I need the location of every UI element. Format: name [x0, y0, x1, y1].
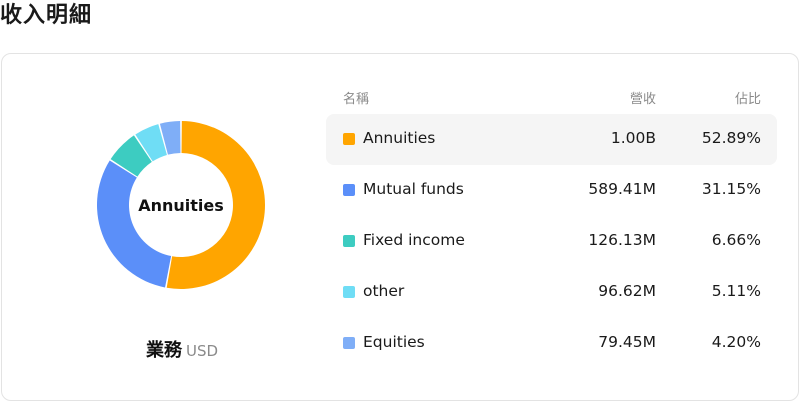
row-name: Annuities — [363, 129, 436, 147]
donut-chart: Annuities — [96, 116, 266, 294]
legend-swatch — [343, 337, 355, 349]
currency-unit: USD — [185, 342, 219, 360]
row-name: Fixed income — [363, 231, 465, 249]
row-name: Mutual funds — [363, 180, 464, 198]
legend-swatch — [343, 286, 355, 298]
column-header-share: 佔比 — [734, 92, 761, 107]
row-revenue: 126.13M — [588, 231, 656, 249]
row-share: 52.89% — [701, 129, 761, 147]
row-name: other — [363, 282, 405, 300]
segment-name: 業務 — [145, 340, 182, 361]
row-share: 4.20% — [711, 333, 761, 351]
row-revenue: 79.45M — [598, 333, 656, 351]
row-share: 6.66% — [711, 231, 761, 249]
table-row-mutual-funds[interactable]: Mutual funds 589.41M 31.15% — [326, 165, 777, 216]
row-share: 5.11% — [711, 282, 761, 300]
legend-swatch — [343, 133, 355, 145]
table-header: 名稱 營收 佔比 — [326, 82, 777, 114]
page-title: 收入明細 — [0, 3, 93, 28]
table-row-annuities[interactable]: Annuities 1.00B 52.89% — [326, 114, 777, 165]
row-share: 31.15% — [701, 180, 761, 198]
row-revenue: 96.62M — [598, 282, 656, 300]
table-row-fixed-income[interactable]: Fixed income 126.13M 6.66% — [326, 216, 777, 267]
table-row-equities[interactable]: Equities 79.45M 4.20% — [326, 318, 777, 369]
donut-center-label: Annuities — [138, 195, 224, 215]
row-revenue: 1.00B — [610, 129, 656, 147]
segment-label: 業務 USD — [2, 336, 362, 362]
legend-swatch — [343, 235, 355, 247]
table-row-other[interactable]: other 96.62M 5.11% — [326, 267, 777, 318]
column-header-name: 名稱 — [343, 92, 370, 107]
legend-swatch — [343, 184, 355, 196]
revenue-table: 名稱 營收 佔比 Annuities 1.00B 52.89% Mutual f… — [326, 82, 777, 369]
revenue-card: Annuities 業務 USD 名稱 營收 佔比 Annuities 1.00B… — [1, 53, 799, 401]
row-name: Equities — [363, 333, 425, 351]
row-revenue: 589.41M — [588, 180, 656, 198]
column-header-revenue: 營收 — [629, 92, 656, 107]
